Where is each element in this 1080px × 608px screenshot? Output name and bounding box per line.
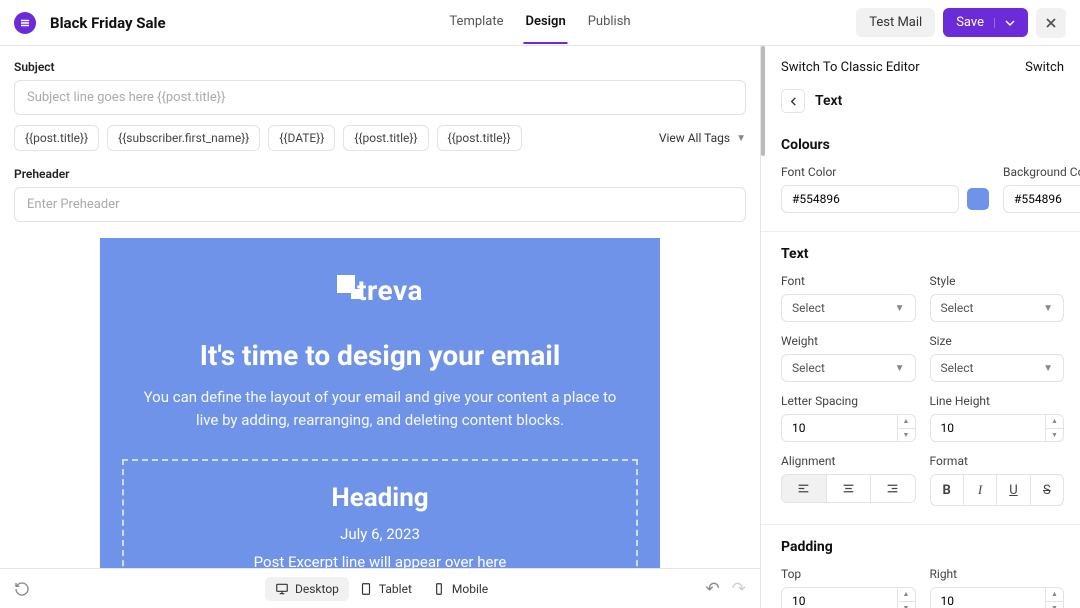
align-center-button[interactable] xyxy=(826,475,871,502)
redo-button[interactable]: ↷ xyxy=(732,579,746,599)
chevron-down-icon: ▼ xyxy=(895,363,905,374)
mobile-icon xyxy=(432,582,446,596)
refresh-icon[interactable] xyxy=(14,581,30,597)
bold-button[interactable]: B xyxy=(931,475,963,505)
brand-logo: treva xyxy=(122,274,638,307)
weight-select[interactable]: Select▼ xyxy=(781,354,916,382)
style-select[interactable]: Select▼ xyxy=(930,294,1065,322)
step-down[interactable]: ▼ xyxy=(1046,602,1063,608)
font-label: Font xyxy=(781,274,916,288)
device-mobile[interactable]: Mobile xyxy=(422,577,498,601)
step-up[interactable]: ▲ xyxy=(1046,415,1063,429)
bg-color-label: Background Color xyxy=(1003,165,1080,179)
font-select[interactable]: Select▼ xyxy=(781,294,916,322)
save-label: Save xyxy=(956,15,984,30)
chevron-down-icon[interactable] xyxy=(994,18,1015,28)
save-button[interactable]: Save xyxy=(943,8,1028,37)
view-all-tags[interactable]: View All Tags ▼ xyxy=(659,131,746,145)
test-mail-button[interactable]: Test Mail xyxy=(856,8,935,37)
italic-button[interactable]: I xyxy=(963,475,996,505)
bg-color-input[interactable] xyxy=(1003,185,1080,213)
brand-mark-icon xyxy=(337,275,355,293)
line-height-label: Line Height xyxy=(930,394,1065,408)
block-date[interactable]: July 6, 2023 xyxy=(136,525,624,543)
chevron-down-icon: ▼ xyxy=(1043,303,1053,314)
style-label: Style xyxy=(930,274,1065,288)
padding-top-input[interactable]: ▲▼ xyxy=(781,587,916,608)
weight-label: Weight xyxy=(781,334,916,348)
tag-chip[interactable]: {{subscriber.first_name}} xyxy=(107,125,260,151)
align-right-button[interactable] xyxy=(870,475,915,502)
padding-right-input[interactable]: ▲▼ xyxy=(930,587,1065,608)
content-block[interactable]: Heading July 6, 2023 Post Excerpt line w… xyxy=(122,459,638,568)
email-canvas[interactable]: treva It's time to design your email You… xyxy=(100,238,660,568)
block-excerpt[interactable]: Post Excerpt line will appear over here xyxy=(136,553,624,568)
line-height-input[interactable]: ▲▼ xyxy=(930,414,1065,442)
tab-design[interactable]: Design xyxy=(524,1,568,44)
subject-label: Subject xyxy=(14,60,746,74)
step-down[interactable]: ▼ xyxy=(898,602,915,608)
step-up[interactable]: ▲ xyxy=(898,415,915,429)
step-up[interactable]: ▲ xyxy=(898,588,915,602)
size-select[interactable]: Select▼ xyxy=(930,354,1065,382)
preheader-input[interactable] xyxy=(14,187,746,222)
tag-chip[interactable]: {{post.title}} xyxy=(14,125,99,151)
step-down[interactable]: ▼ xyxy=(1046,429,1063,442)
tab-template[interactable]: Template xyxy=(447,1,505,44)
chevron-down-icon: ▼ xyxy=(736,133,746,144)
align-left-button[interactable] xyxy=(782,475,826,502)
tab-publish[interactable]: Publish xyxy=(586,1,633,44)
strike-button[interactable]: S xyxy=(1030,475,1063,505)
block-heading[interactable]: Heading xyxy=(136,483,624,513)
hero-heading[interactable]: It's time to design your email xyxy=(122,339,638,372)
tag-chip[interactable]: {{post.title}} xyxy=(343,125,428,151)
size-label: Size xyxy=(930,334,1065,348)
colours-heading: Colours xyxy=(781,137,1064,153)
chevron-down-icon: ▼ xyxy=(895,303,905,314)
letter-spacing-input[interactable]: ▲▼ xyxy=(781,414,916,442)
app-logo[interactable] xyxy=(14,12,36,34)
padding-right-label: Right xyxy=(930,567,1065,581)
undo-button[interactable]: ↶ xyxy=(706,579,720,599)
chevron-down-icon: ▼ xyxy=(1043,363,1053,374)
switch-link[interactable]: Switch xyxy=(1025,60,1064,75)
format-label: Format xyxy=(930,454,1065,468)
device-tablet[interactable]: Tablet xyxy=(349,577,422,601)
panel-title: Text xyxy=(815,93,842,109)
tag-chip[interactable]: {{post.title}} xyxy=(437,125,522,151)
page-title: Black Friday Sale xyxy=(50,14,166,32)
step-up[interactable]: ▲ xyxy=(1046,588,1063,602)
hero-copy[interactable]: You can define the layout of your email … xyxy=(122,386,638,431)
text-heading: Text xyxy=(781,246,1064,262)
back-button[interactable] xyxy=(781,89,805,113)
alignment-label: Alignment xyxy=(781,454,916,468)
scrollbar[interactable] xyxy=(761,46,765,156)
desktop-icon xyxy=(275,582,289,596)
step-down[interactable]: ▼ xyxy=(898,429,915,442)
font-color-label: Font Color xyxy=(781,165,989,179)
tablet-icon xyxy=(359,582,373,596)
font-color-swatch[interactable] xyxy=(967,188,989,210)
underline-button[interactable]: U xyxy=(996,475,1029,505)
padding-heading: Padding xyxy=(781,539,1064,555)
subject-input[interactable] xyxy=(14,80,746,115)
device-desktop[interactable]: Desktop xyxy=(265,577,349,601)
padding-top-label: Top xyxy=(781,567,916,581)
font-color-input[interactable] xyxy=(781,185,959,213)
letter-spacing-label: Letter Spacing xyxy=(781,394,916,408)
close-button[interactable] xyxy=(1036,8,1066,38)
tag-chip[interactable]: {{DATE}} xyxy=(268,125,335,151)
classic-editor-label: Switch To Classic Editor xyxy=(781,60,920,75)
preheader-label: Preheader xyxy=(14,167,746,181)
